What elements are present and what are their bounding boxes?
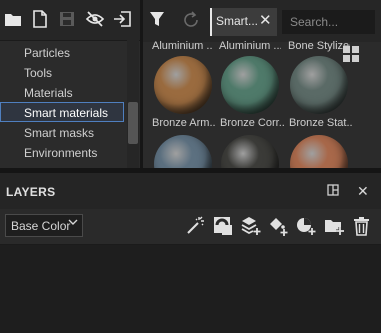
material-thumbnail[interactable] (221, 135, 279, 168)
search-input[interactable] (282, 10, 375, 34)
category-scrollbar-thumb[interactable] (128, 102, 138, 144)
material-thumbnail[interactable] (154, 135, 212, 168)
category-item-smart-masks[interactable]: Smart masks (24, 123, 94, 143)
thumbnail-label: Bronze Arm... (152, 117, 216, 129)
mask-icon[interactable] (212, 215, 234, 237)
chevron-down-icon (68, 217, 78, 230)
assets-toolbar (0, 0, 140, 41)
material-thumbnail[interactable] (290, 56, 348, 114)
material-thumbnail[interactable] (290, 135, 348, 168)
close-icon[interactable]: ✕ (357, 183, 369, 200)
fill-layer-icon[interactable] (267, 215, 289, 237)
category-item-materials[interactable]: Materials (24, 83, 73, 103)
thumbnail-label: Aluminium ... (152, 40, 212, 52)
panel-title: LAYERS (6, 185, 56, 199)
layers-list (0, 245, 381, 333)
layers-header (0, 173, 381, 210)
add-folder-icon[interactable] (323, 215, 345, 237)
filter-icon[interactable] (149, 10, 165, 31)
thumbnail-label: Bronze Stat... (289, 117, 353, 129)
hidden-eye-icon[interactable] (84, 8, 106, 30)
grid-view-icon[interactable] (343, 46, 359, 62)
add-layer-icon[interactable] (240, 215, 262, 237)
material-thumbnail[interactable] (154, 56, 212, 114)
thumbnail-label: Aluminium ... (219, 40, 281, 52)
category-item-environments[interactable]: Environments (24, 143, 97, 163)
export-icon[interactable] (111, 8, 133, 30)
dock-icon[interactable] (327, 184, 339, 199)
category-item-smart-materials[interactable]: Smart materials (0, 102, 124, 122)
thumbnail-label: Bone Stylized (288, 40, 350, 52)
folder-icon[interactable] (2, 8, 24, 30)
filter-tab-label: Smart... (216, 14, 259, 28)
effect-icon[interactable] (295, 215, 317, 237)
category-item-particles[interactable]: Particles (24, 43, 70, 63)
thumbnail-label: Bronze Corr... (220, 117, 284, 129)
channel-select-value: Base Color (11, 219, 71, 233)
delete-icon[interactable] (351, 215, 373, 237)
magic-wand-icon[interactable] (184, 215, 206, 237)
category-list: Particles Tools Materials Smart material… (0, 40, 126, 168)
refresh-icon[interactable] (182, 11, 200, 32)
material-thumbnail[interactable] (221, 56, 279, 114)
thumbnail-row (143, 132, 381, 168)
category-item-tools[interactable]: Tools (24, 63, 52, 83)
new-file-icon[interactable] (29, 8, 51, 30)
close-icon[interactable]: ✕ (259, 11, 272, 29)
save-icon[interactable] (56, 8, 78, 30)
